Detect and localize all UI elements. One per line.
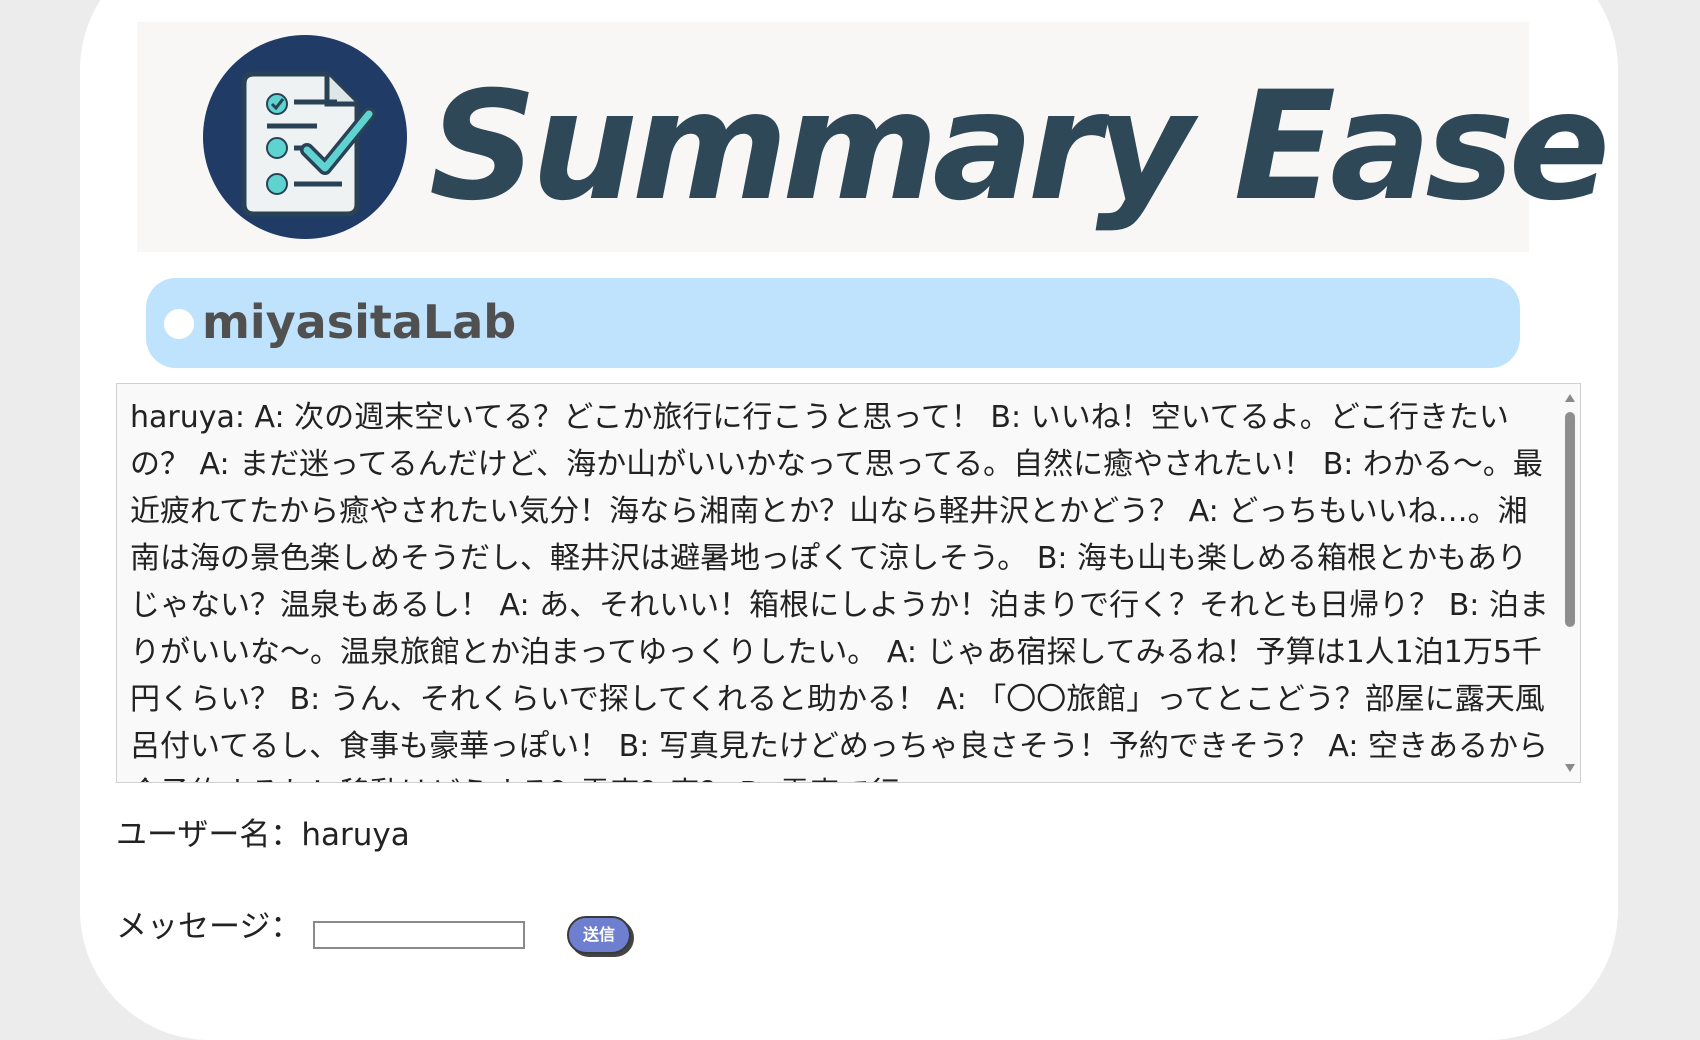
username-label: ユーザー名：haruya [116,817,410,853]
chat-log[interactable]: haruya: A: 次の週末空いてる？どこか旅行に行こうと思って！ B: いい… [116,383,1581,783]
circle-icon [164,309,194,339]
logo-banner: Summary Ease [137,22,1610,252]
scrollbar-thumb[interactable] [1565,412,1575,627]
message-input[interactable] [313,921,525,949]
scroll-up-arrow-icon[interactable] [1565,394,1575,402]
send-button[interactable]: 送信 [567,916,631,954]
lab-header: miyasitaLab [146,278,1520,368]
message-label: メッセージ： [116,909,302,945]
logo-title: Summary Ease [429,60,1610,234]
scroll-down-arrow-icon[interactable] [1565,764,1575,772]
chat-scrollbar[interactable] [1560,384,1580,782]
chat-log-text: haruya: A: 次の週末空いてる？どこか旅行に行こうと思って！ B: いい… [130,400,1549,782]
lab-name: miyasitaLab [202,295,517,349]
